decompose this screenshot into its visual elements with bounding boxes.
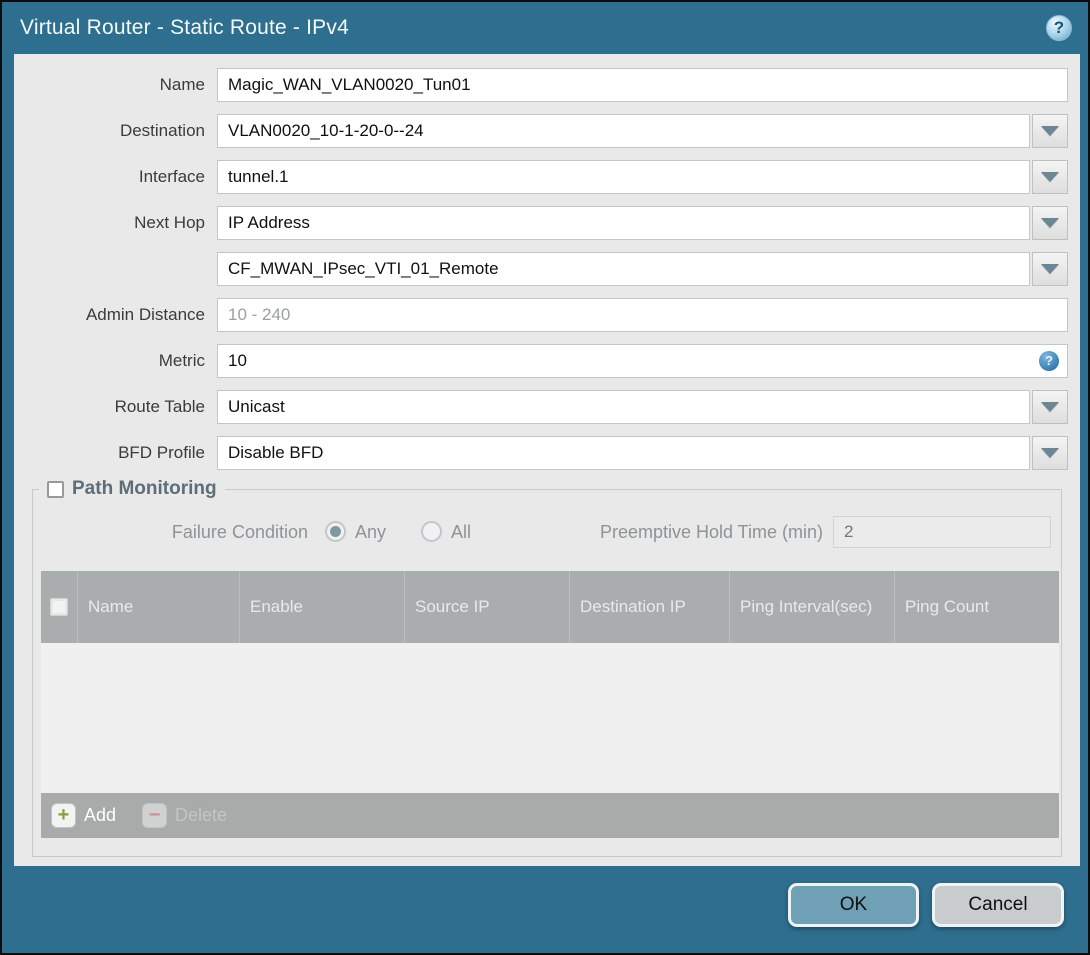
dialog-title: Virtual Router - Static Route - IPv4 xyxy=(20,16,349,39)
failure-condition-all-label: All xyxy=(451,522,472,542)
admin-distance-label: Admin Distance xyxy=(85,305,205,324)
cancel-button[interactable]: Cancel xyxy=(932,883,1064,927)
interface-input[interactable] xyxy=(217,160,1030,194)
chevron-down-icon xyxy=(1041,264,1059,274)
table-header: Name Enable Source IP Destination IP Pin… xyxy=(41,571,1059,643)
metric-label: Metric xyxy=(158,351,205,370)
failure-condition-all-radio xyxy=(421,521,442,542)
chevron-down-icon xyxy=(1041,402,1059,412)
titlebar: Virtual Router - Static Route - IPv4 ? xyxy=(2,2,1088,54)
destination-dropdown-button[interactable] xyxy=(1032,114,1068,148)
interface-row: Interface xyxy=(14,160,1080,194)
destination-label: Destination xyxy=(119,121,205,140)
chevron-down-icon xyxy=(1041,126,1059,136)
route-table-label: Route Table xyxy=(114,397,205,416)
failure-condition-label: Failure Condition xyxy=(171,522,308,542)
failure-condition-row: Failure Condition Any All Preemptive Hol… xyxy=(33,516,1061,548)
minus-icon: − xyxy=(142,803,168,828)
failure-condition-any-label: Any xyxy=(355,522,387,542)
column-header-destination-ip: Destination IP xyxy=(570,571,730,643)
chevron-down-icon xyxy=(1041,172,1059,182)
destination-input[interactable] xyxy=(217,114,1030,148)
column-header-source-ip: Source IP xyxy=(405,571,570,643)
bfd-profile-row: BFD Profile xyxy=(14,436,1080,470)
route-table-dropdown-button[interactable] xyxy=(1032,390,1068,424)
path-monitoring-legend: Path Monitoring xyxy=(39,478,225,500)
dialog-content: Name Destination Interface xyxy=(14,54,1080,866)
next-hop-row: Next Hop xyxy=(14,206,1080,240)
column-header-ping-interval: Ping Interval(sec) xyxy=(730,571,895,643)
next-hop-address-row xyxy=(14,252,1080,286)
bfd-profile-label: BFD Profile xyxy=(118,443,205,462)
select-all-checkbox xyxy=(50,598,68,616)
next-hop-address-dropdown-button[interactable] xyxy=(1032,252,1068,286)
interface-dropdown-button[interactable] xyxy=(1032,160,1068,194)
table-toolbar: + Add − Delete xyxy=(41,793,1059,838)
name-input[interactable] xyxy=(217,68,1068,102)
chevron-down-icon xyxy=(1041,218,1059,228)
path-monitoring-title: Path Monitoring xyxy=(72,478,217,499)
path-monitoring-section: Path Monitoring Failure Condition Any Al… xyxy=(32,478,1062,857)
table-body-empty xyxy=(41,643,1059,793)
failure-condition-any-radio xyxy=(325,521,346,542)
metric-row: Metric ? xyxy=(14,344,1080,378)
destination-row: Destination xyxy=(14,114,1080,148)
name-row: Name xyxy=(14,68,1080,102)
route-table-input[interactable] xyxy=(217,390,1030,424)
next-hop-address-input[interactable] xyxy=(217,252,1030,286)
metric-input[interactable] xyxy=(217,344,1068,378)
admin-distance-input[interactable] xyxy=(217,298,1068,332)
add-button-label: Add xyxy=(84,805,117,825)
route-table-row: Route Table xyxy=(14,390,1080,424)
select-all-cell xyxy=(41,571,78,643)
next-hop-label: Next Hop xyxy=(134,213,205,232)
delete-button: − Delete xyxy=(142,803,227,828)
admin-distance-row: Admin Distance xyxy=(14,298,1080,332)
preemptive-hold-time-input xyxy=(833,516,1051,548)
interface-label: Interface xyxy=(138,167,205,186)
bfd-profile-input[interactable] xyxy=(217,436,1030,470)
next-hop-type-input[interactable] xyxy=(217,206,1030,240)
info-icon[interactable]: ? xyxy=(1039,351,1059,371)
next-hop-type-dropdown-button[interactable] xyxy=(1032,206,1068,240)
column-header-enable: Enable xyxy=(240,571,405,643)
column-header-name: Name xyxy=(78,571,240,643)
path-monitoring-table: Name Enable Source IP Destination IP Pin… xyxy=(41,571,1059,838)
chevron-down-icon xyxy=(1041,448,1059,458)
add-button[interactable]: + Add xyxy=(51,803,116,828)
bfd-profile-dropdown-button[interactable] xyxy=(1032,436,1068,470)
preemptive-hold-time-label: Preemptive Hold Time (min) xyxy=(599,522,823,542)
ok-button[interactable]: OK xyxy=(788,883,919,927)
path-monitoring-checkbox[interactable] xyxy=(47,480,64,498)
delete-button-label: Delete xyxy=(175,805,228,825)
help-icon[interactable]: ? xyxy=(1046,15,1072,41)
name-label: Name xyxy=(159,75,205,94)
static-route-dialog: Virtual Router - Static Route - IPv4 ? N… xyxy=(0,0,1090,955)
plus-icon: + xyxy=(51,803,76,828)
column-header-ping-count: Ping Count xyxy=(905,597,990,616)
